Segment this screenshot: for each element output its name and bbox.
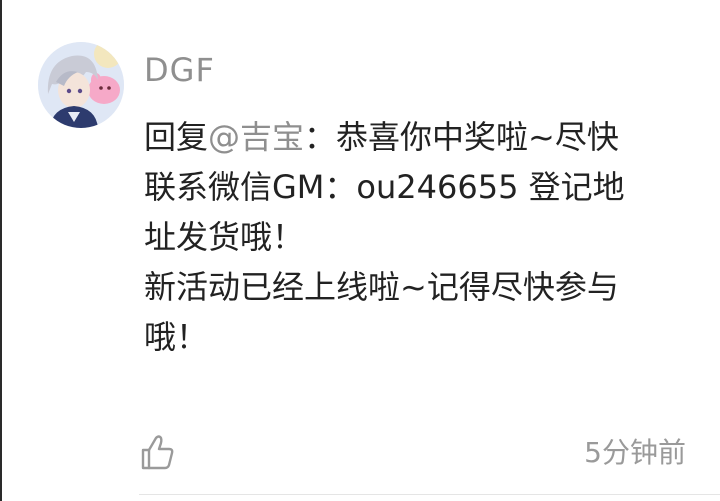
comment-text: 回复@吉宝：恭喜你中奖啦~尽快 联系微信GM：ou246655 登记地 址发货哦… [144,112,684,362]
avatar[interactable] [38,42,124,128]
username[interactable]: DGF [144,50,215,90]
comment-line-1: 回复@吉宝：恭喜你中奖啦~尽快 [144,112,684,162]
like-button[interactable] [139,432,175,472]
comment-line-3: 址发货哦！ [144,218,305,256]
comment-line-1-text: ：恭喜你中奖啦~尽快 [304,118,619,156]
comment-item: DGF 回复@吉宝：恭喜你中奖啦~尽快 联系微信GM：ou246655 登记地 … [0,0,720,501]
thumbs-up-icon [141,435,174,470]
comment-line-2: 联系微信GM：ou246655 登记地 [144,168,625,206]
comment-line-4: 新活动已经上线啦~记得尽快参与 [144,268,619,306]
avatar-image [38,42,124,128]
timestamp: 5分钟前 [584,436,686,469]
divider [139,494,720,495]
mention-link[interactable]: @吉宝 [208,118,304,156]
reply-prefix: 回复 [144,118,209,156]
comment-line-5: 哦！ [144,318,209,356]
